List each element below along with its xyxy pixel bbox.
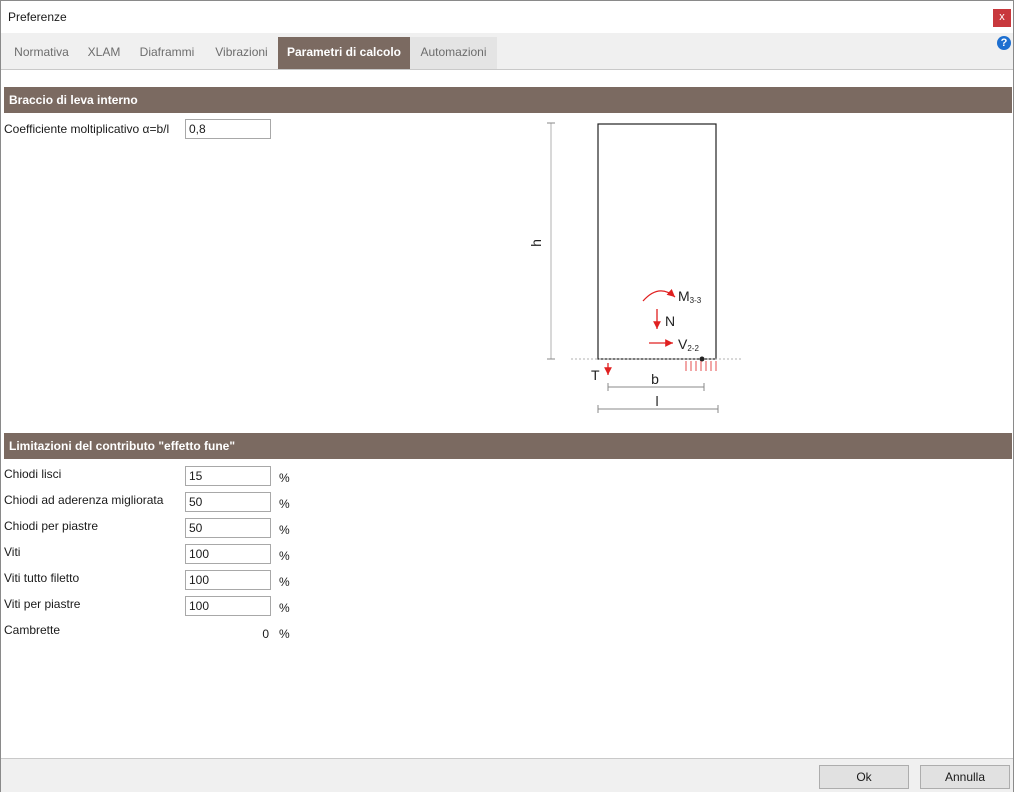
unit-percent: % <box>279 497 290 511</box>
unit-percent: % <box>279 601 290 615</box>
lever-arm-diagram: h M3-3 N V2-2 T b l <box>528 122 743 413</box>
row-label-cambrette: Cambrette <box>4 623 61 637</box>
cancel-button[interactable]: Annulla <box>920 765 1010 789</box>
row-label-viti: Viti <box>4 545 21 559</box>
coeff-input[interactable] <box>185 119 271 139</box>
input-viti[interactable] <box>185 544 271 564</box>
value-cambrette: 0 <box>262 627 269 641</box>
coeff-label: Coefficiente moltiplicativo α=b/l <box>4 122 170 136</box>
tab-parametri-di-calcolo[interactable]: Parametri di calcolo <box>278 37 410 69</box>
n-label: N <box>665 313 675 329</box>
tab-vibrazioni[interactable]: Vibrazioni <box>205 37 278 69</box>
input-chiodi-aderenza[interactable] <box>185 492 271 512</box>
l-label: l <box>655 393 658 409</box>
preferences-window: Preferenze x Normativa XLAM Diaframmi Vi… <box>0 0 1014 792</box>
unit-percent: % <box>279 471 290 485</box>
help-icon[interactable]: ? <box>997 36 1011 50</box>
tab-automazioni[interactable]: Automazioni <box>410 37 497 69</box>
row-label-viti-tutto-filetto: Viti tutto filetto <box>4 571 80 585</box>
section-header-effetto-fune: Limitazioni del contributo "effetto fune… <box>4 433 1012 459</box>
title-bar: Preferenze x <box>1 1 1013 32</box>
window-title: Preferenze <box>8 10 67 24</box>
t-label: T <box>591 367 600 383</box>
close-button[interactable]: x <box>993 9 1011 27</box>
input-viti-piastre[interactable] <box>185 596 271 616</box>
b-label: b <box>651 371 659 387</box>
tab-normativa[interactable]: Normativa <box>4 37 79 69</box>
tab-diaframmi[interactable]: Diaframmi <box>129 37 205 69</box>
unit-percent: % <box>279 523 290 537</box>
tab-bar: Normativa XLAM Diaframmi Vibrazioni Para… <box>1 33 1013 70</box>
input-chiodi-piastre[interactable] <box>185 518 271 538</box>
ok-button[interactable]: Ok <box>819 765 909 789</box>
row-label-chiodi-aderenza: Chiodi ad aderenza migliorata <box>4 493 164 507</box>
input-chiodi-lisci[interactable] <box>185 466 271 486</box>
row-label-viti-piastre: Viti per piastre <box>4 597 81 611</box>
pivot-point <box>699 356 705 362</box>
input-viti-tutto-filetto[interactable] <box>185 570 271 590</box>
unit-percent: % <box>279 549 290 563</box>
compression-hatch <box>685 361 717 371</box>
h-label: h <box>528 239 544 247</box>
unit-percent: % <box>279 575 290 589</box>
tab-xlam[interactable]: XLAM <box>79 37 129 69</box>
dialog-footer: Ok Annulla <box>1 758 1013 792</box>
unit-percent: % <box>279 627 290 641</box>
row-label-chiodi-piastre: Chiodi per piastre <box>4 519 99 533</box>
row-label-chiodi-lisci: Chiodi lisci <box>4 467 62 481</box>
section-header-braccio: Braccio di leva interno <box>4 87 1012 113</box>
